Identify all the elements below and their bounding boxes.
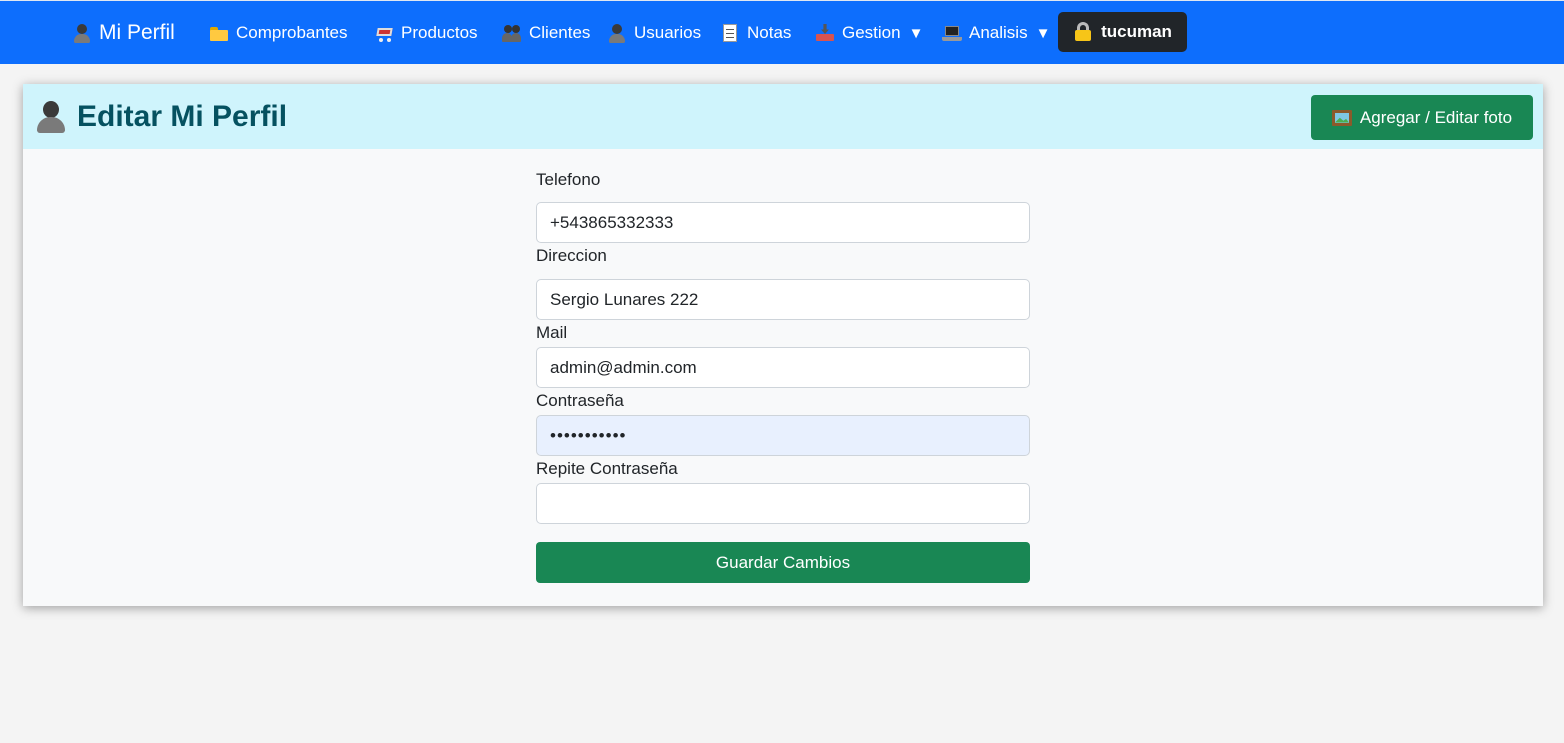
save-changes-button[interactable]: Guardar Cambios xyxy=(536,542,1030,583)
user-badge-label: tucuman xyxy=(1101,22,1172,41)
nav-item-label: Gestion xyxy=(842,23,901,42)
nav-item-label: Analisis xyxy=(969,23,1028,42)
caret-down-icon: ▼ xyxy=(908,24,924,42)
nav-item-label: Comprobantes xyxy=(236,23,348,42)
edit-photo-button-label: Agregar / Editar foto xyxy=(1359,107,1513,127)
repeat-password-field[interactable] xyxy=(536,483,1030,524)
inbox-tray-icon xyxy=(815,23,835,43)
profile-card: Editar Mi Perfil Agregar / Editar foto T… xyxy=(23,84,1543,606)
page-title: Editar Mi Perfil xyxy=(35,84,287,149)
repeat-password-label: Repite Contraseña xyxy=(536,459,678,478)
mail-field[interactable] xyxy=(536,347,1030,388)
nav-item-clientes[interactable]: Clientes xyxy=(502,1,590,65)
user-badge[interactable]: tucuman xyxy=(1058,12,1187,52)
folder-icon xyxy=(209,23,229,43)
edit-photo-button[interactable]: Agregar / Editar foto xyxy=(1311,95,1533,140)
nav-item-analisis[interactable]: Analisis ▼ xyxy=(942,1,1050,65)
top-navbar: Mi Perfil Comprobantes Productos Cliente… xyxy=(0,0,1564,64)
nav-item-label: Clientes xyxy=(529,23,591,42)
cart-icon xyxy=(374,23,394,43)
lock-icon xyxy=(1073,22,1093,42)
telefono-label: Telefono xyxy=(536,170,601,189)
nav-brand-label: Mi Perfil xyxy=(99,21,175,44)
card-header: Editar Mi Perfil Agregar / Editar foto xyxy=(23,84,1543,149)
password-field[interactable] xyxy=(536,415,1030,456)
memo-icon xyxy=(720,23,740,43)
nav-item-usuarios[interactable]: Usuarios xyxy=(607,1,701,65)
nav-item-label: Usuarios xyxy=(634,23,702,42)
nav-item-comprobantes[interactable]: Comprobantes xyxy=(209,1,348,65)
mail-label: Mail xyxy=(536,323,568,342)
page-title-label: Editar Mi Perfil xyxy=(77,99,288,133)
direccion-field[interactable] xyxy=(536,279,1030,320)
nav-item-label: Notas xyxy=(747,23,792,42)
laptop-icon xyxy=(942,23,962,43)
nav-item-gestion[interactable]: Gestion ▼ xyxy=(815,1,923,65)
nav-item-productos[interactable]: Productos xyxy=(374,1,478,65)
direccion-label: Direccion xyxy=(536,246,607,265)
password-label: Contraseña xyxy=(536,391,624,410)
picture-icon xyxy=(1331,108,1352,128)
nav-item-label: Productos xyxy=(401,23,478,42)
caret-down-icon: ▼ xyxy=(1035,24,1051,42)
telefono-field[interactable] xyxy=(536,202,1030,243)
user-icon xyxy=(72,23,92,43)
nav-brand[interactable]: Mi Perfil xyxy=(72,1,175,65)
people-icon xyxy=(502,23,522,43)
user-icon xyxy=(607,23,627,43)
user-icon xyxy=(35,100,67,134)
nav-item-notas[interactable]: Notas xyxy=(720,1,791,65)
